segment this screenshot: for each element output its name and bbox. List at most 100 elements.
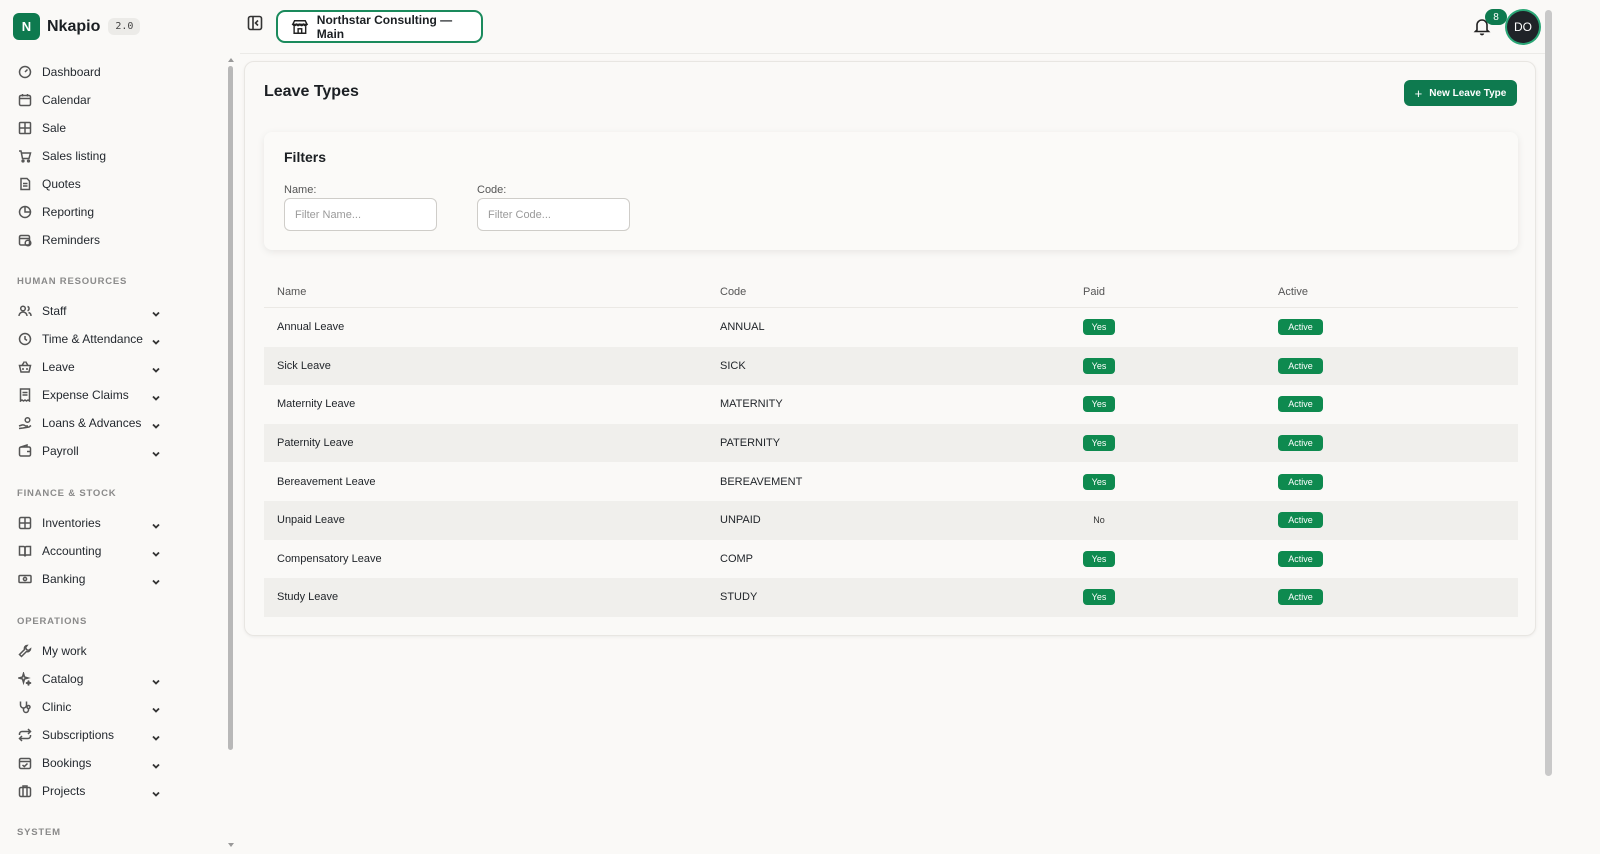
code-filter-input[interactable] bbox=[477, 198, 630, 231]
leave-code-cell: BEREAVEMENT bbox=[720, 475, 803, 488]
sidebar-item-label: Catalog bbox=[42, 672, 84, 686]
plus-icon: + bbox=[1414, 85, 1423, 101]
organization-switcher[interactable]: Northstar Consulting — Main bbox=[276, 10, 483, 43]
table-row[interactable]: Study Leave STUDY Yes Active bbox=[264, 578, 1518, 617]
sidebar-item-clinic[interactable]: Clinic bbox=[18, 696, 164, 718]
column-header-code[interactable]: Code bbox=[720, 286, 1083, 298]
user-avatar[interactable]: DO bbox=[1507, 11, 1539, 43]
chevron-down-icon bbox=[152, 707, 160, 713]
sidebar-item-payroll[interactable]: Payroll bbox=[18, 440, 164, 462]
expand-chevron[interactable] bbox=[152, 519, 160, 529]
paid-cell: Yes bbox=[1083, 319, 1278, 336]
leave-code-cell: UNPAID bbox=[720, 514, 761, 527]
sidebar-item-label: Time & Attendance bbox=[42, 332, 143, 346]
sidebar-item-label: Projects bbox=[42, 784, 86, 798]
new-leave-type-label: New Leave Type bbox=[1429, 87, 1507, 99]
expand-chevron[interactable] bbox=[152, 391, 160, 401]
chevron-down-icon bbox=[152, 551, 160, 557]
sidebar-scrollbar[interactable] bbox=[228, 66, 233, 750]
sidebar-item-label: Sales listing bbox=[42, 149, 107, 163]
collapse-sidebar-button[interactable] bbox=[247, 15, 263, 31]
sidebar-item-label: Bookings bbox=[42, 756, 92, 770]
panel-left-icon bbox=[247, 15, 263, 31]
sidebar-item-sales-listing[interactable]: Sales listing bbox=[18, 145, 164, 167]
expand-chevron[interactable] bbox=[152, 419, 160, 429]
sidebar-item-dashboard[interactable]: Dashboard bbox=[18, 61, 164, 83]
code-filter-label: Code: bbox=[477, 184, 507, 196]
sidebar-item-label: Reminders bbox=[42, 233, 101, 247]
filters-title: Filters bbox=[284, 149, 327, 165]
sidebar-item-label: Payroll bbox=[42, 444, 79, 458]
column-header-paid[interactable]: Paid bbox=[1083, 286, 1278, 298]
sidebar-item-catalog[interactable]: Catalog bbox=[18, 668, 164, 690]
name-filter-input[interactable] bbox=[284, 198, 437, 231]
table-row[interactable]: Compensatory Leave COMP Yes Active bbox=[264, 540, 1518, 579]
topbar-divider bbox=[240, 53, 1545, 54]
table-row[interactable]: Sick Leave SICK Yes Active bbox=[264, 346, 1518, 386]
repeat-icon bbox=[18, 728, 32, 742]
brand[interactable]: N Nkapio 2.0 bbox=[13, 13, 141, 40]
table-row[interactable]: Bereavement Leave BEREAVEMENT Yes Active bbox=[264, 462, 1518, 501]
sidebar-item-expense-claims[interactable]: Expense Claims bbox=[18, 384, 164, 406]
sidebar-item-staff[interactable]: Staff bbox=[18, 300, 164, 322]
organization-name: Northstar Consulting — Main bbox=[316, 12, 453, 41]
active-status-badge: Active bbox=[1278, 589, 1323, 606]
sidebar-item-reminders[interactable]: Reminders bbox=[18, 229, 164, 251]
leave-name-cell: Compensatory Leave bbox=[277, 552, 382, 565]
sidebar-section-heading: FINANCE & STOCK bbox=[17, 488, 117, 499]
scroll-up-arrow[interactable] bbox=[228, 58, 234, 62]
table-row[interactable]: Unpaid Leave UNPAID No Active bbox=[264, 500, 1518, 540]
paid-cell: No bbox=[1083, 512, 1278, 528]
table-row[interactable]: Maternity Leave MATERNITY Yes Active bbox=[264, 385, 1518, 424]
sidebar-item-quotes[interactable]: Quotes bbox=[18, 173, 164, 195]
active-cell: Active bbox=[1278, 473, 1518, 490]
sidebar-item-label: Dashboard bbox=[42, 65, 101, 79]
expand-chevron[interactable] bbox=[152, 575, 160, 585]
expand-chevron[interactable] bbox=[152, 547, 160, 557]
sidebar-item-leave[interactable]: Leave bbox=[18, 356, 164, 378]
expand-chevron[interactable] bbox=[152, 787, 160, 797]
topbar: Northstar Consulting — Main 8 DO bbox=[240, 0, 1600, 54]
expand-chevron[interactable] bbox=[152, 307, 160, 317]
expand-chevron[interactable] bbox=[152, 675, 160, 685]
expand-chevron[interactable] bbox=[152, 335, 160, 345]
sidebar-item-loans-advances[interactable]: Loans & Advances bbox=[18, 412, 164, 434]
sidebar-item-projects[interactable]: Projects bbox=[18, 780, 164, 802]
sidebar-item-my-work[interactable]: My work bbox=[18, 640, 164, 662]
sidebar-item-reporting[interactable]: Reporting bbox=[18, 201, 164, 223]
sidebar-item-subscriptions[interactable]: Subscriptions bbox=[18, 724, 164, 746]
table-row[interactable]: Paternity Leave PATERNITY Yes Active bbox=[264, 423, 1518, 463]
scroll-down-arrow[interactable] bbox=[228, 843, 234, 847]
active-status-badge: Active bbox=[1278, 319, 1323, 336]
sidebar-item-bookings[interactable]: Bookings bbox=[18, 752, 164, 774]
sidebar-item-time-attendance[interactable]: Time & Attendance bbox=[18, 328, 164, 350]
page-scrollbar[interactable] bbox=[1545, 10, 1552, 776]
sidebar-item-calendar[interactable]: Calendar bbox=[18, 89, 164, 111]
notification-count-badge: 8 bbox=[1485, 9, 1507, 25]
sidebar-item-inventories[interactable]: Inventories bbox=[18, 512, 164, 534]
sidebar-item-accounting[interactable]: Accounting bbox=[18, 540, 164, 562]
sidebar-item-label: Accounting bbox=[42, 544, 102, 558]
chevron-down-icon bbox=[152, 367, 160, 373]
column-header-active[interactable]: Active bbox=[1278, 286, 1518, 298]
paid-cell: Yes bbox=[1083, 357, 1278, 374]
table-row[interactable]: Annual Leave ANNUAL Yes Active bbox=[264, 308, 1518, 347]
active-status-badge: Active bbox=[1278, 357, 1323, 374]
expand-chevron[interactable] bbox=[152, 447, 160, 457]
paid-cell: Yes bbox=[1083, 435, 1278, 452]
new-leave-type-button[interactable]: + New Leave Type bbox=[1404, 80, 1517, 106]
leave-code-cell: PATERNITY bbox=[720, 437, 781, 450]
column-header-name[interactable]: Name bbox=[264, 286, 720, 298]
clock-icon bbox=[18, 332, 32, 346]
sidebar-item-banking[interactable]: Banking bbox=[18, 568, 164, 590]
expand-chevron[interactable] bbox=[152, 703, 160, 713]
sidebar-item-sale[interactable]: Sale bbox=[18, 117, 164, 139]
chevron-down-icon bbox=[152, 523, 160, 529]
box-icon bbox=[18, 516, 32, 530]
expand-chevron[interactable] bbox=[152, 731, 160, 741]
active-status-badge: Active bbox=[1278, 512, 1323, 529]
expand-chevron[interactable] bbox=[152, 363, 160, 373]
calendar-icon bbox=[18, 93, 32, 107]
expand-chevron[interactable] bbox=[152, 759, 160, 769]
paid-badge: Yes bbox=[1083, 396, 1115, 413]
